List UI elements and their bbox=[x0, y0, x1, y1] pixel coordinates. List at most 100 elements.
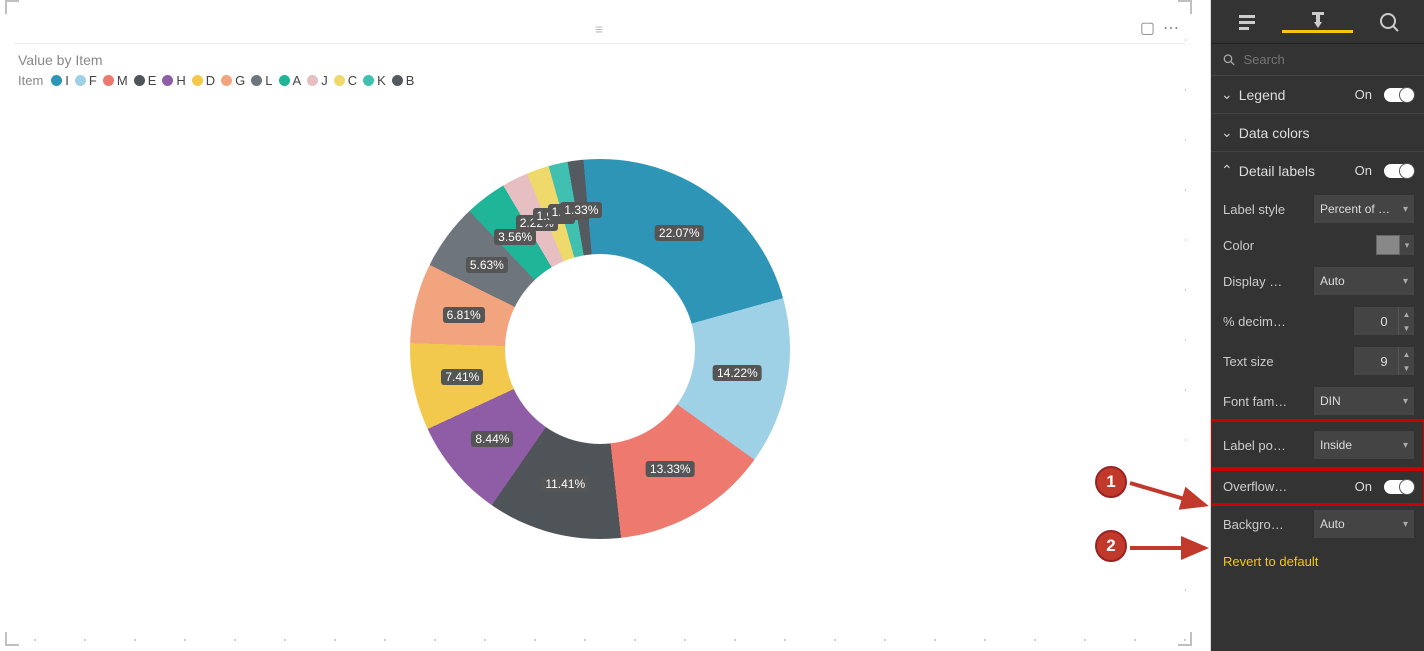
toggle-state: On bbox=[1355, 87, 1372, 102]
donut-hole bbox=[505, 254, 695, 444]
step-down-icon[interactable]: ▼ bbox=[1398, 321, 1414, 335]
drag-grip-icon[interactable]: ≡ bbox=[595, 21, 604, 37]
prop-label: Backgro… bbox=[1223, 517, 1284, 532]
prop-display-units: Display … Auto▾ bbox=[1211, 261, 1424, 301]
text-size-input[interactable]: 9 ▲▼ bbox=[1354, 347, 1414, 375]
color-swatch[interactable] bbox=[1376, 235, 1400, 255]
more-options-icon[interactable]: ⋯ bbox=[1163, 18, 1179, 38]
data-label: 7.41% bbox=[441, 369, 483, 385]
focus-mode-icon[interactable]: ▢ bbox=[1140, 18, 1155, 38]
format-panel: Legend On Data colors Detail labels On L… bbox=[1211, 0, 1424, 651]
legend-label: G bbox=[235, 73, 245, 88]
prop-pct-decimal: % decim… 0 ▲▼ bbox=[1211, 301, 1424, 341]
legend-swatch-icon bbox=[103, 75, 114, 86]
legend-swatch-icon bbox=[51, 75, 62, 86]
donut-visual[interactable]: ≡ ▢ ⋯ Value by Item Item IFMEHDGLAJCKB 2… bbox=[14, 14, 1185, 619]
legend-item[interactable]: D bbox=[192, 73, 215, 88]
donut-chart[interactable]: 22.07%14.22%13.33%11.41%8.44%7.41%6.81%5… bbox=[410, 159, 790, 539]
select-value: Auto bbox=[1320, 517, 1345, 531]
legend-item[interactable]: H bbox=[162, 73, 185, 88]
select-value: Percent of … bbox=[1320, 202, 1390, 216]
legend-swatch-icon bbox=[134, 75, 145, 86]
legend-item[interactable]: I bbox=[51, 73, 69, 88]
legend-swatch-icon bbox=[192, 75, 203, 86]
legend-item[interactable]: E bbox=[134, 73, 157, 88]
legend-item[interactable]: K bbox=[363, 73, 386, 88]
step-up-icon[interactable]: ▲ bbox=[1398, 307, 1414, 321]
data-label: 14.22% bbox=[713, 365, 762, 381]
legend-item[interactable]: C bbox=[334, 73, 357, 88]
section-data-colors[interactable]: Data colors bbox=[1211, 114, 1424, 152]
legend-item[interactable]: G bbox=[221, 73, 245, 88]
select-value: DIN bbox=[1320, 394, 1341, 408]
data-label: 1.33% bbox=[560, 202, 602, 218]
legend-item[interactable]: M bbox=[103, 73, 128, 88]
toggle-state: On bbox=[1355, 163, 1372, 178]
select-value: Inside bbox=[1320, 438, 1352, 452]
legend-item[interactable]: B bbox=[392, 73, 415, 88]
legend-label: M bbox=[117, 73, 128, 88]
display-units-select[interactable]: Auto▾ bbox=[1314, 267, 1414, 295]
prop-label-style: Label style Percent of …▾ bbox=[1211, 189, 1424, 229]
selection-corner bbox=[5, 632, 19, 646]
data-label: 11.41% bbox=[541, 476, 589, 492]
legend-label: D bbox=[206, 73, 215, 88]
search-input[interactable] bbox=[1243, 52, 1412, 67]
chevron-up-icon bbox=[1221, 162, 1233, 179]
detail-labels-toggle[interactable] bbox=[1384, 164, 1414, 178]
background-select[interactable]: Auto▾ bbox=[1314, 510, 1414, 538]
data-label: 13.33% bbox=[646, 461, 695, 477]
legend-swatch-icon bbox=[75, 75, 86, 86]
step-up-icon[interactable]: ▲ bbox=[1398, 347, 1414, 361]
label-position-select[interactable]: Inside▾ bbox=[1314, 431, 1414, 459]
legend-label: F bbox=[89, 73, 97, 88]
prop-overflow: Overflow… On bbox=[1211, 469, 1424, 504]
legend-row: Item IFMEHDGLAJCKB bbox=[14, 70, 1185, 96]
chart-title: Value by Item bbox=[14, 44, 1185, 70]
legend-item[interactable]: A bbox=[279, 73, 302, 88]
report-canvas[interactable]: ≡ ▢ ⋯ Value by Item Item IFMEHDGLAJCKB 2… bbox=[0, 0, 1211, 651]
font-family-select[interactable]: DIN▾ bbox=[1314, 387, 1414, 415]
section-label: Data colors bbox=[1239, 125, 1310, 141]
format-tab[interactable] bbox=[1282, 10, 1353, 33]
legend-label: K bbox=[377, 73, 386, 88]
revert-to-default[interactable]: Revert to default bbox=[1211, 544, 1424, 579]
data-label: 8.44% bbox=[471, 431, 513, 447]
section-legend[interactable]: Legend On bbox=[1211, 76, 1424, 114]
legend-label: I bbox=[65, 73, 69, 88]
visual-header[interactable]: ≡ ▢ ⋯ bbox=[14, 14, 1185, 44]
fields-tab[interactable] bbox=[1211, 12, 1282, 32]
label-style-select[interactable]: Percent of …▾ bbox=[1314, 195, 1414, 223]
toggle-state: On bbox=[1355, 479, 1372, 494]
color-dropdown-button[interactable]: ▾ bbox=[1400, 235, 1414, 255]
num-value: 0 bbox=[1380, 314, 1387, 329]
legend-item[interactable]: J bbox=[307, 73, 328, 88]
selection-corner bbox=[1178, 0, 1192, 14]
analytics-tab[interactable] bbox=[1353, 11, 1424, 33]
search-row[interactable] bbox=[1211, 44, 1424, 76]
chevron-down-icon bbox=[1221, 86, 1233, 103]
legend-toggle[interactable] bbox=[1384, 88, 1414, 102]
chevron-down-icon bbox=[1221, 124, 1233, 141]
prop-label: Label style bbox=[1223, 202, 1285, 217]
selection-corner bbox=[1178, 632, 1192, 646]
callout-arrow-1 bbox=[1120, 460, 1220, 510]
legend-swatch-icon bbox=[363, 75, 374, 86]
prop-font-family: Font fam… DIN▾ bbox=[1211, 381, 1424, 421]
legend-label: B bbox=[406, 73, 415, 88]
legend-item[interactable]: F bbox=[75, 73, 97, 88]
overflow-toggle[interactable] bbox=[1384, 480, 1414, 494]
pct-decimal-input[interactable]: 0 ▲▼ bbox=[1354, 307, 1414, 335]
legend-swatch-icon bbox=[307, 75, 318, 86]
data-label: 22.07% bbox=[655, 225, 704, 241]
section-detail-labels[interactable]: Detail labels On bbox=[1211, 152, 1424, 189]
prop-label: Overflow… bbox=[1223, 479, 1287, 494]
panel-tabs bbox=[1211, 0, 1424, 44]
legend-label: C bbox=[348, 73, 357, 88]
step-down-icon[interactable]: ▼ bbox=[1398, 361, 1414, 375]
num-value: 9 bbox=[1380, 354, 1387, 369]
data-label: 5.63% bbox=[466, 257, 508, 273]
legend-swatch-icon bbox=[221, 75, 232, 86]
legend-label: A bbox=[293, 73, 302, 88]
legend-item[interactable]: L bbox=[251, 73, 272, 88]
